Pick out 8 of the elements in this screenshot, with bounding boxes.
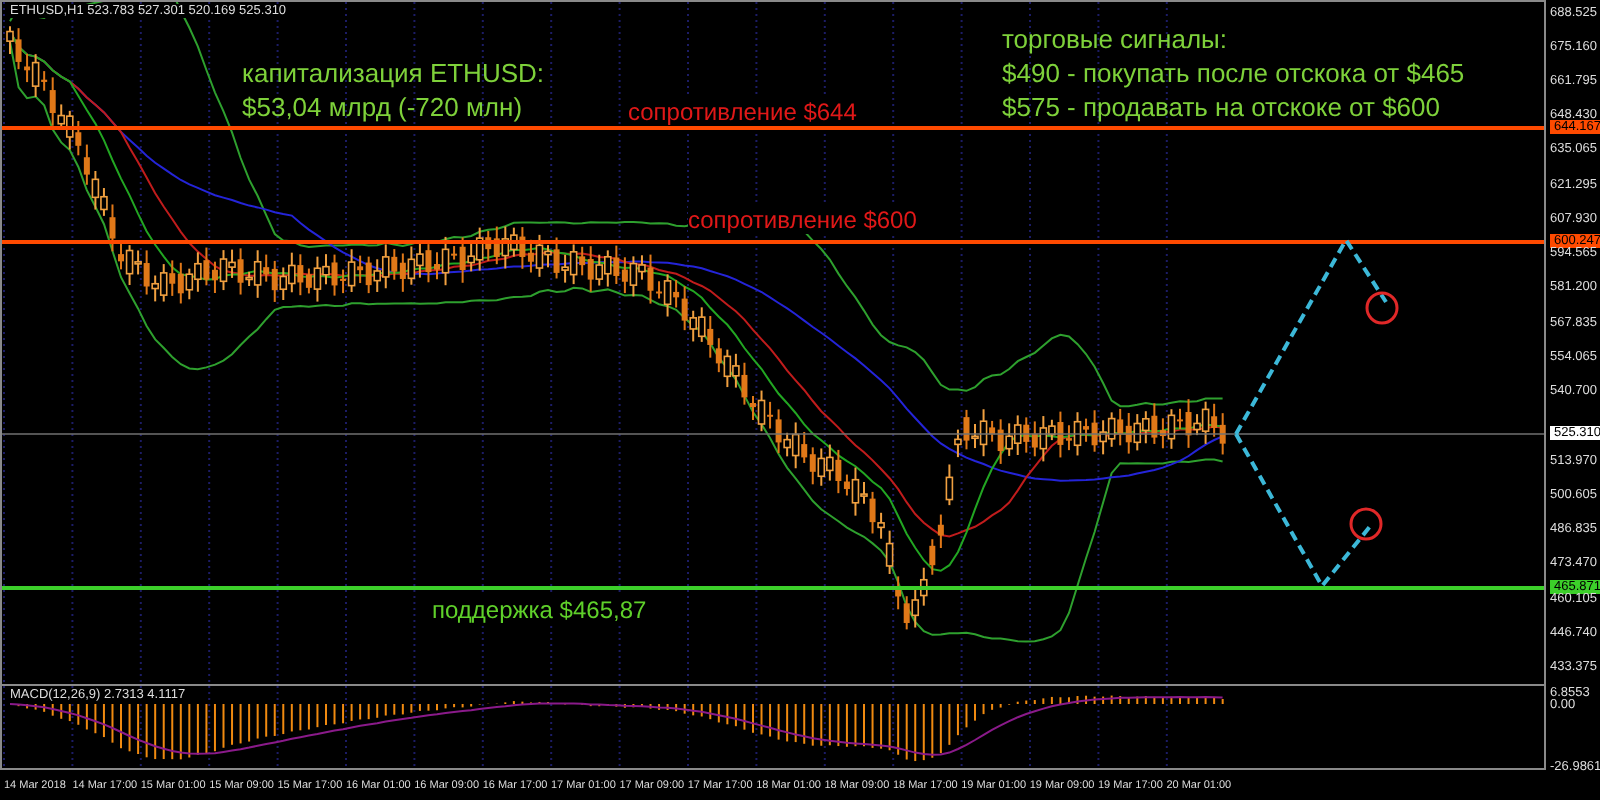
- level-label: сопротивление $644: [628, 98, 857, 126]
- annotation-text: $575 - продавать на отскоке от $600: [1002, 92, 1442, 122]
- level-label: поддержка $465,87: [432, 596, 647, 624]
- annotation-text: $490 - покупать после отскока от $465: [1002, 58, 1465, 88]
- annotation-text: капитализация ETHUSD:: [242, 58, 544, 88]
- level-label: сопротивление $600: [688, 206, 917, 234]
- annotation-text: торговые сигналы:: [1002, 24, 1229, 54]
- annotation-text: $53,04 млрд (-720 млн): [242, 92, 525, 122]
